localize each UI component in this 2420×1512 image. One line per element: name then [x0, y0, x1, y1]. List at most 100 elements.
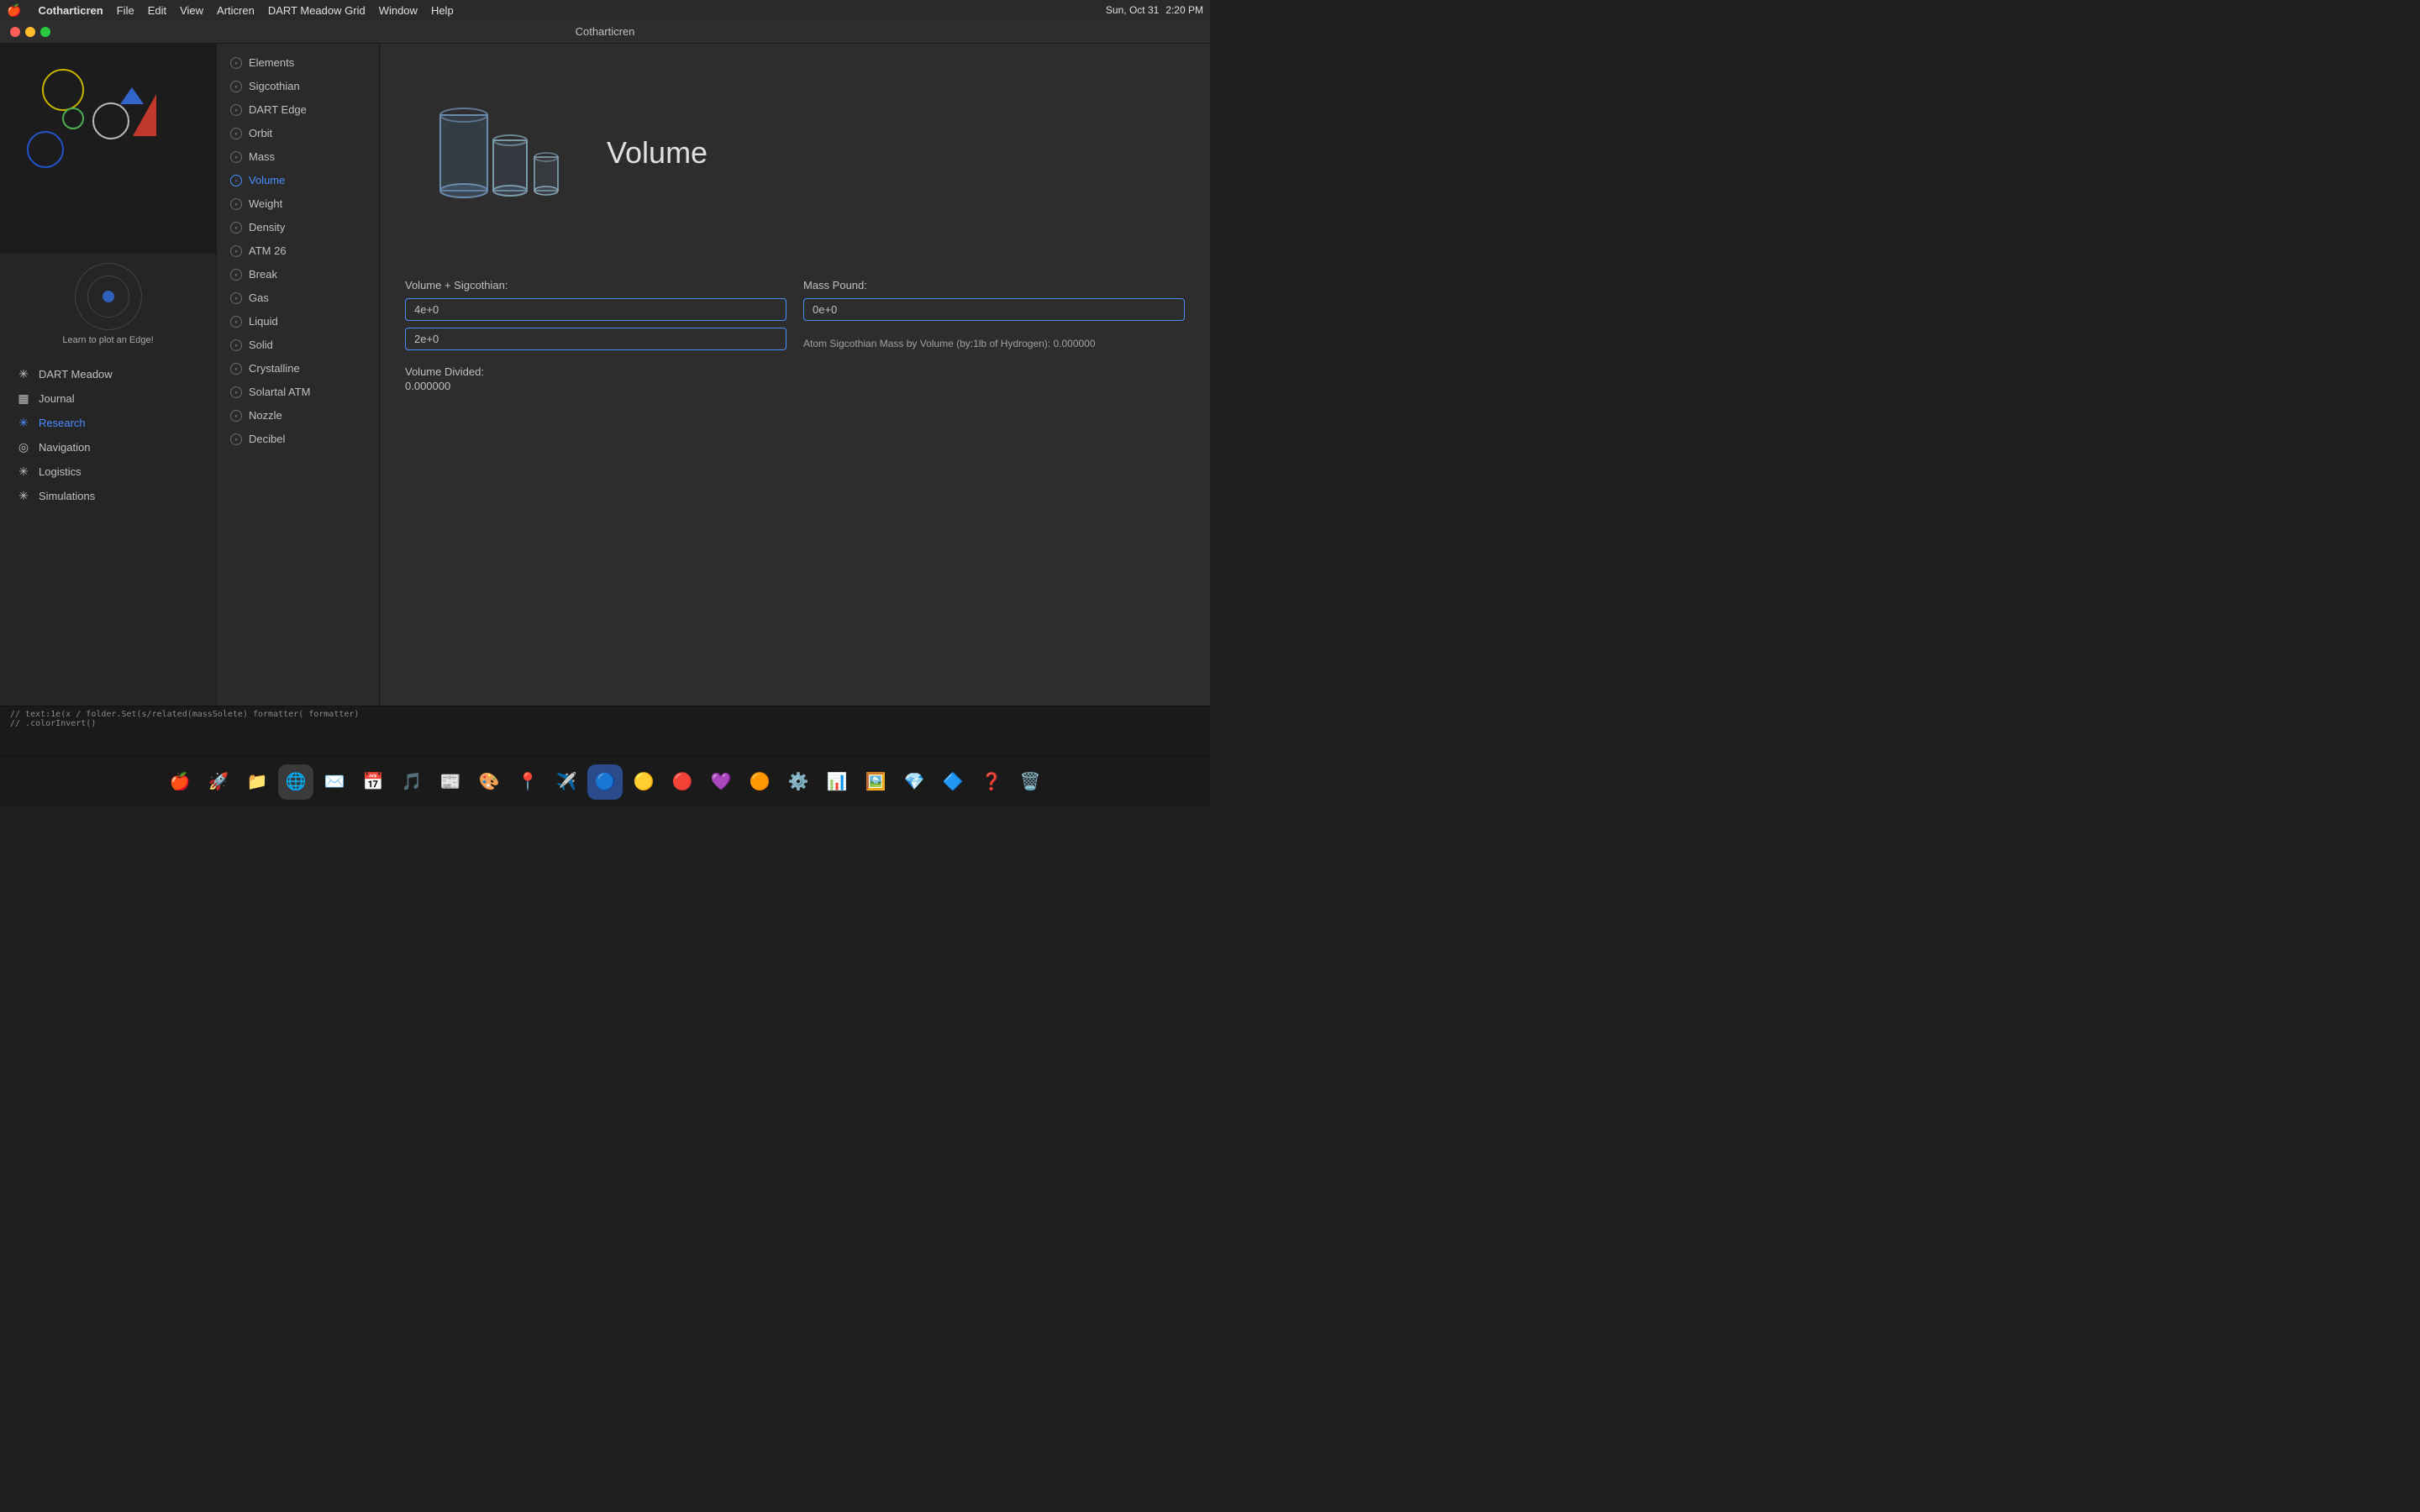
navigation-icon: ◎ [17, 440, 30, 454]
weight-icon: ◦ [230, 198, 242, 210]
journal-icon: ▦ [17, 391, 30, 405]
sidebar-item-research[interactable]: ✳ Research [3, 411, 213, 434]
mid-item-label-dart-edge: DART Edge [249, 103, 307, 116]
terminal-line-1: // text:1e(x / folder.Set(s/related(mass… [10, 710, 1200, 719]
mid-item-label-solartal-atm: Solartal ATM [249, 386, 310, 398]
dock: 🍎 🚀 📁 🌐 ✉️ 📅 🎵 📰 🎨 📍 ✈️ 🔵 🟡 🔴 💜 🟠 ⚙️ 📊 🖼… [0, 756, 1210, 806]
dock-app6[interactable]: 🟠 [742, 764, 777, 800]
sidebar-item-simulations[interactable]: ✳ Simulations [3, 484, 213, 507]
atom-description: Atom Sigcothian Mass by Volume (by:1lb o… [803, 336, 1185, 351]
mid-item-elements[interactable]: ◦ Elements [220, 51, 376, 74]
mass-pound-input[interactable] [803, 298, 1185, 321]
sidebar-item-label-journal: Journal [39, 392, 75, 405]
mid-item-nozzle[interactable]: ◦ Nozzle [220, 404, 376, 427]
menubar-articren[interactable]: Articren [217, 4, 255, 17]
dock-calendar[interactable]: 📅 [355, 764, 391, 800]
mid-item-liquid[interactable]: ◦ Liquid [220, 310, 376, 333]
mid-item-dart-edge[interactable]: ◦ DART Edge [220, 98, 376, 121]
volume-image [413, 69, 581, 237]
maximize-button[interactable] [40, 27, 50, 37]
dock-app8[interactable]: 📊 [819, 764, 855, 800]
menubar-view[interactable]: View [180, 4, 203, 17]
content-body: Volume + Sigcothian: Volume Divided: 0.0… [380, 262, 1210, 706]
mid-item-atm26[interactable]: ◦ ATM 26 [220, 239, 376, 262]
mid-item-solid[interactable]: ◦ Solid [220, 333, 376, 356]
menubar-window[interactable]: Window [379, 4, 418, 17]
sidebar-nav: ✳ DART Meadow ▦ Journal ✳ Research ◎ Nav… [0, 354, 216, 706]
mid-item-label-elements: Elements [249, 56, 294, 69]
mid-item-label-volume: Volume [249, 174, 285, 186]
dock-news[interactable]: 📰 [433, 764, 468, 800]
mid-item-mass[interactable]: ◦ Mass [220, 145, 376, 168]
dock-app9[interactable]: 🖼️ [858, 764, 893, 800]
sidebar-item-dart-meadow[interactable]: ✳ DART Meadow [3, 362, 213, 386]
menubar-dart-meadow-grid[interactable]: DART Meadow Grid [268, 4, 366, 17]
dock-photos[interactable]: 🎨 [471, 764, 507, 800]
dock-mail[interactable]: ✉️ [317, 764, 352, 800]
close-button[interactable] [10, 27, 20, 37]
dock-files[interactable]: 📁 [239, 764, 275, 800]
mid-item-volume[interactable]: ◦ Volume [220, 169, 376, 192]
mid-item-weight[interactable]: ◦ Weight [220, 192, 376, 215]
mid-item-label-nozzle: Nozzle [249, 409, 282, 422]
sidebar-radar: Learn to plot an Edge! [0, 254, 216, 354]
dock-app12[interactable]: ❓ [974, 764, 1009, 800]
apple-menu[interactable]: 🍎 [7, 3, 21, 18]
dock-app4[interactable]: 🔴 [665, 764, 700, 800]
dock-chrome[interactable]: 🌐 [278, 764, 313, 800]
mid-item-label-sigcothian: Sigcothian [249, 80, 300, 92]
right-panel: Mass Pound: Atom Sigcothian Mass by Volu… [803, 279, 1185, 689]
mid-item-density[interactable]: ◦ Density [220, 216, 376, 239]
menubar-help[interactable]: Help [431, 4, 454, 17]
window-title: Cotharticren [576, 25, 635, 38]
volume-page-title: Volume [607, 135, 708, 171]
sidebar-item-journal[interactable]: ▦ Journal [3, 386, 213, 410]
sidebar-item-logistics[interactable]: ✳ Logistics [3, 459, 213, 483]
dock-maps[interactable]: 📍 [510, 764, 545, 800]
menubar-left: 🍎 Cotharticren File Edit View Articren D… [7, 3, 454, 18]
mid-item-sigcothian[interactable]: ◦ Sigcothian [220, 75, 376, 97]
dock-app7[interactable]: ⚙️ [781, 764, 816, 800]
decibel-icon: ◦ [230, 433, 242, 445]
solid-icon: ◦ [230, 339, 242, 351]
dock-app2[interactable]: 🔵 [587, 764, 623, 800]
mid-item-label-crystalline: Crystalline [249, 362, 300, 375]
dock-launchpad[interactable]: 🚀 [201, 764, 236, 800]
dock-app3[interactable]: 🟡 [626, 764, 661, 800]
volume-sigcothian-label: Volume + Sigcothian: [405, 279, 786, 291]
sidebar-item-label-simulations: Simulations [39, 490, 95, 502]
dock-trash[interactable]: 🗑️ [1013, 764, 1048, 800]
menubar-edit[interactable]: Edit [148, 4, 166, 17]
dart-meadow-icon: ✳ [17, 367, 30, 381]
volume-icon: ◦ [230, 175, 242, 186]
volume-input-1[interactable] [405, 298, 786, 321]
menubar-app-name[interactable]: Cotharticren [38, 4, 103, 17]
logistics-icon: ✳ [17, 465, 30, 478]
mid-item-orbit[interactable]: ◦ Orbit [220, 122, 376, 144]
mid-item-decibel[interactable]: ◦ Decibel [220, 428, 376, 450]
dock-app11[interactable]: 🔷 [935, 764, 971, 800]
content-header: Volume [380, 44, 1210, 262]
sigcothian-icon: ◦ [230, 81, 242, 92]
mid-item-label-atm26: ATM 26 [249, 244, 287, 257]
sidebar-item-navigation[interactable]: ◎ Navigation [3, 435, 213, 459]
menubar-file[interactable]: File [117, 4, 134, 17]
terminal-line-2: // .colorInvert() [10, 719, 1200, 728]
dock-app5[interactable]: 💜 [703, 764, 739, 800]
main-content: Volume Volume + Sigcothian: Volume Divid… [380, 44, 1210, 706]
dock-app1[interactable]: ✈️ [549, 764, 584, 800]
left-panel: Volume + Sigcothian: Volume Divided: 0.0… [405, 279, 786, 689]
mid-item-crystalline[interactable]: ◦ Crystalline [220, 357, 376, 380]
mid-item-gas[interactable]: ◦ Gas [220, 286, 376, 309]
mid-item-break[interactable]: ◦ Break [220, 263, 376, 286]
dock-music[interactable]: 🎵 [394, 764, 429, 800]
circle-blue-shape [27, 131, 64, 168]
dock-finder[interactable]: 🍎 [162, 764, 197, 800]
dock-app10[interactable]: 💎 [897, 764, 932, 800]
minimize-button[interactable] [25, 27, 35, 37]
volume-divided-label: Volume Divided: [405, 365, 786, 378]
mass-pound-label: Mass Pound: [803, 279, 1185, 291]
volume-input-2[interactable] [405, 328, 786, 350]
mid-item-solartal-atm[interactable]: ◦ Solartal ATM [220, 381, 376, 403]
terminal: // text:1e(x / folder.Set(s/related(mass… [0, 706, 1210, 756]
